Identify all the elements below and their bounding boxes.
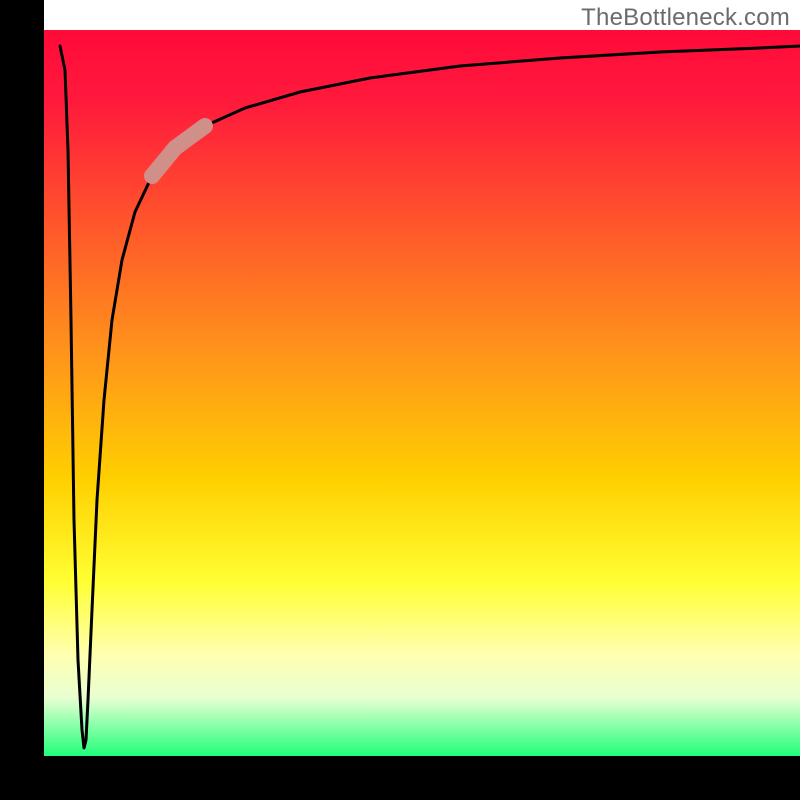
- watermark-label: TheBottleneck.com: [581, 4, 790, 32]
- x-axis: [0, 756, 800, 800]
- plot-background: [44, 30, 800, 756]
- y-axis: [0, 0, 44, 800]
- chart-container: TheBottleneck.com: [0, 0, 800, 800]
- bottleneck-chart: [0, 0, 800, 800]
